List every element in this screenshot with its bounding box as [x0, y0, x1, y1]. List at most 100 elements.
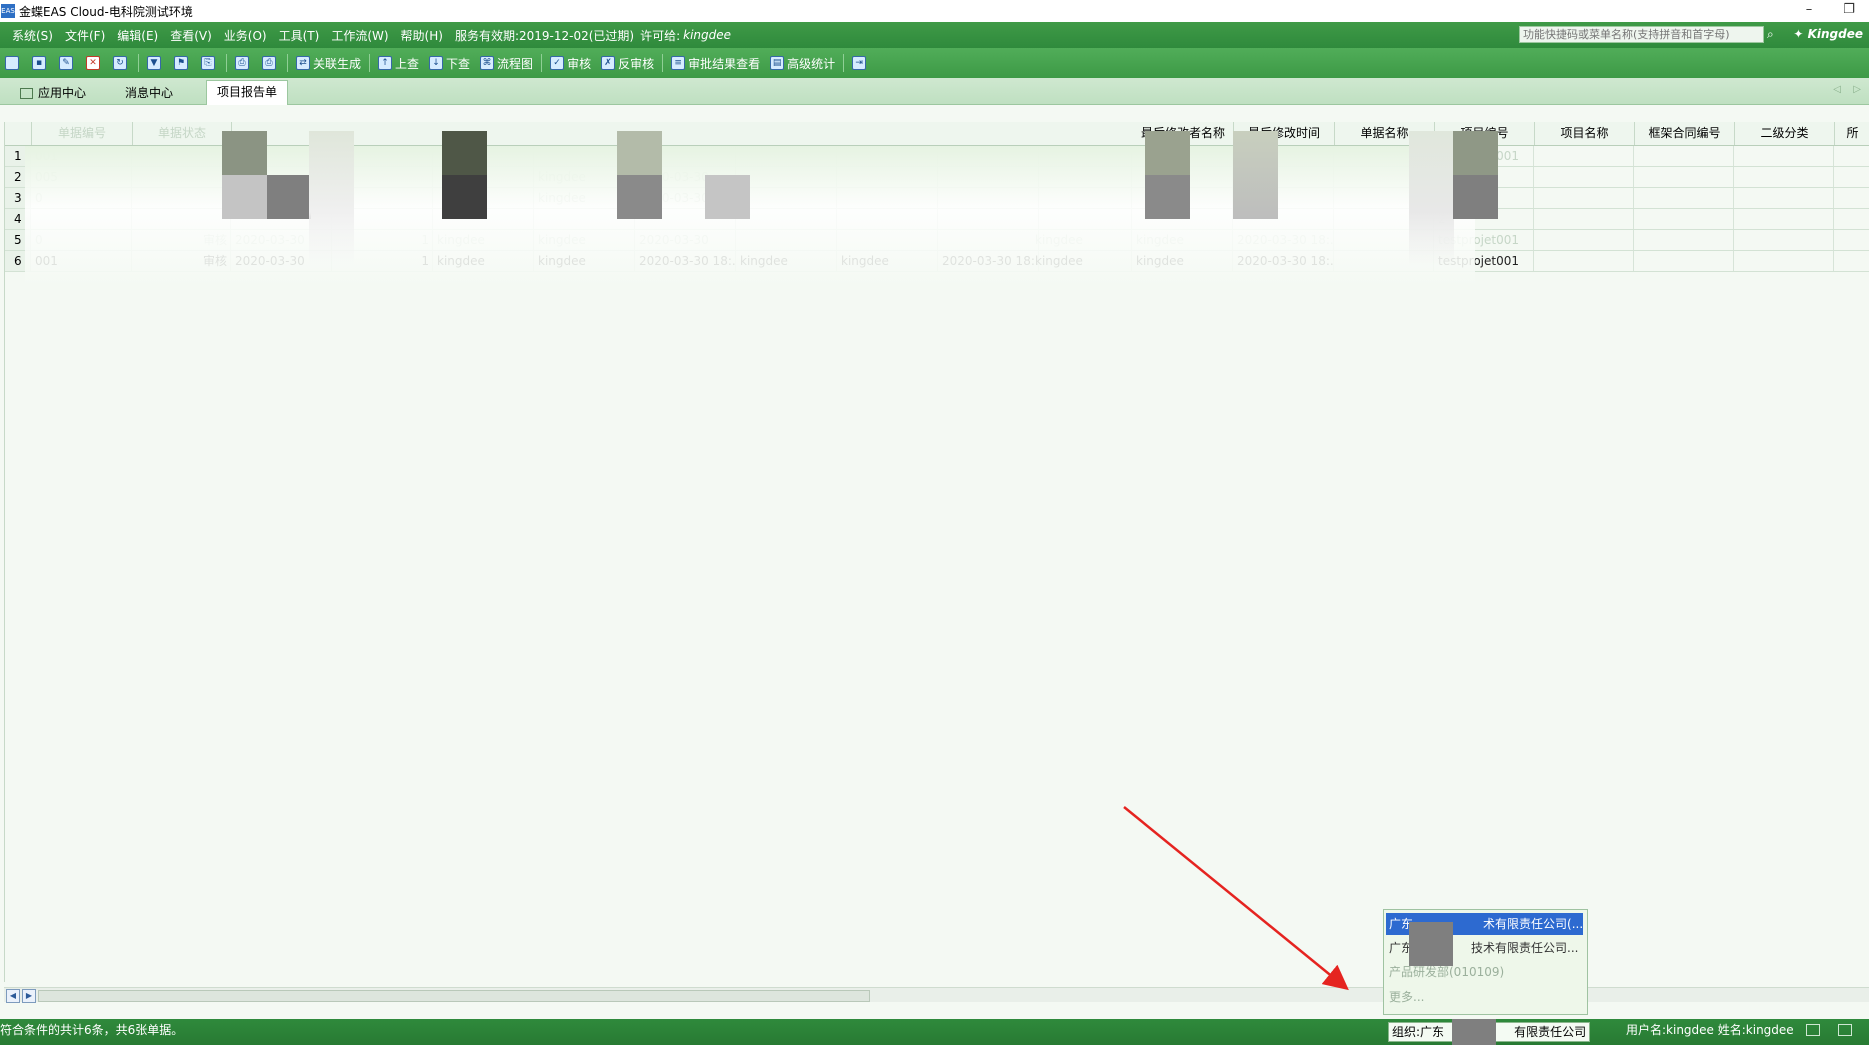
table-cell[interactable] [939, 146, 1039, 166]
table-cell[interactable] [838, 167, 938, 187]
print-button[interactable]: ⎙ [230, 51, 257, 75]
table-cell[interactable] [939, 209, 1039, 229]
link-generate-button[interactable]: ⇄ 关联生成 [291, 51, 366, 75]
table-cell[interactable] [1535, 188, 1634, 208]
table-cell[interactable] [1735, 251, 1834, 271]
table-cell[interactable] [1835, 251, 1869, 271]
tab-message-center[interactable]: 消息中心 [115, 82, 183, 104]
up-query-button[interactable]: ↑ 上查 [373, 51, 424, 75]
menu-help[interactable]: 帮助(H) [395, 27, 449, 44]
tab-app-center[interactable]: 应用中心 [10, 82, 96, 104]
table-cell[interactable] [838, 146, 938, 166]
table-cell[interactable] [1835, 146, 1869, 166]
table-cell[interactable] [737, 167, 837, 187]
table-row[interactable]: 5 0 审核 2020-03-30 1 kingdee kingdee 2020-03-30 k… [5, 230, 1869, 251]
down-query-button[interactable]: ↓ 下查 [424, 51, 475, 75]
header-last[interactable]: 所 [1835, 122, 1869, 145]
table-cell[interactable]: kingdee [838, 251, 938, 271]
restore-button[interactable]: ❐ [1831, 0, 1867, 22]
tab-scroll-right-icon[interactable]: ▷ [1853, 84, 1861, 95]
header-bill-status[interactable]: 单据状态 [133, 122, 232, 145]
advanced-stats-button[interactable]: ▤ 高级统计 [765, 51, 840, 75]
table-cell[interactable]: 005 [32, 167, 132, 187]
org-more-option[interactable]: 更多... [1386, 986, 1583, 1008]
table-cell[interactable] [939, 188, 1039, 208]
table-cell[interactable] [1835, 167, 1869, 187]
tab-scroll-left-icon[interactable]: ◁ [1833, 84, 1841, 95]
print-preview-button[interactable]: ⎙ [257, 51, 284, 75]
flowchart-button[interactable]: ⌘ 流程图 [475, 51, 538, 75]
table-cell[interactable]: kingdee [434, 251, 534, 271]
new-button[interactable] [0, 51, 27, 75]
filter-button[interactable]: ▼ [142, 51, 169, 75]
header-bill-no[interactable]: 单据编号 [32, 122, 133, 145]
table-cell[interactable] [838, 209, 938, 229]
table-cell[interactable]: 2020-03-30 18:... [636, 251, 736, 271]
table-cell[interactable] [1635, 209, 1734, 229]
table-cell[interactable]: kingdee [1032, 251, 1132, 271]
table-cell[interactable] [1635, 230, 1734, 250]
table-cell[interactable]: 0 [32, 230, 132, 250]
table-cell[interactable] [1735, 167, 1834, 187]
header-secondary-category[interactable]: 二级分类 [1735, 122, 1835, 145]
row-number[interactable]: 2 [5, 167, 31, 187]
save-button[interactable]: ▪ [27, 51, 54, 75]
table-cell[interactable]: 2020-03-30 18:... [1234, 230, 1334, 250]
table-row[interactable]: 1001testprojet001 [5, 146, 1869, 167]
table-cell[interactable]: kingdee [737, 251, 837, 271]
table-cell[interactable]: 0 [32, 188, 132, 208]
unaudit-button[interactable]: ✗ 反审核 [596, 51, 659, 75]
table-row[interactable]: 6 001 审核 2020-03-30 1 kingdee kingdee 2020-03-3… [5, 251, 1869, 272]
table-cell[interactable] [1835, 209, 1869, 229]
table-cell[interactable] [1032, 167, 1132, 187]
row-number[interactable]: 5 [5, 230, 31, 250]
table-cell[interactable]: 审核 [133, 251, 231, 271]
menu-business[interactable]: 业务(O) [218, 27, 273, 44]
row-number[interactable]: 1 [5, 146, 31, 166]
table-cell[interactable] [133, 209, 231, 229]
table-cell[interactable]: 2020-03-30 18:... [1234, 251, 1334, 271]
table-cell[interactable]: 001 [32, 146, 132, 166]
table-cell[interactable] [1735, 188, 1834, 208]
table-cell[interactable] [1535, 146, 1634, 166]
table-cell[interactable] [1032, 188, 1132, 208]
table-cell[interactable] [133, 188, 231, 208]
search-icon[interactable]: ⌕ [1767, 27, 1781, 41]
table-cell[interactable] [737, 188, 837, 208]
menu-system[interactable]: 系统(S) [6, 27, 59, 44]
scroll-left-icon[interactable]: ◀ [6, 989, 20, 1003]
row-number[interactable]: 4 [5, 209, 31, 229]
scrollbar-thumb[interactable] [38, 990, 870, 1002]
table-cell[interactable] [1735, 230, 1834, 250]
table-cell[interactable]: 2020-03-30 18:... [939, 251, 1039, 271]
table-cell[interactable] [838, 230, 938, 250]
menu-file[interactable]: 文件(F) [59, 27, 111, 44]
menu-edit[interactable]: 编辑(E) [111, 27, 164, 44]
table-cell[interactable]: kingdee [535, 230, 635, 250]
table-cell[interactable] [838, 188, 938, 208]
table-cell[interactable] [737, 146, 837, 166]
header-project-name[interactable]: 项目名称 [1535, 122, 1635, 145]
audit-button[interactable]: ✓ 审核 [545, 51, 596, 75]
table-cell[interactable] [1635, 251, 1734, 271]
menu-workflow[interactable]: 工作流(W) [325, 27, 394, 44]
refresh-button[interactable]: ↻ [108, 51, 135, 75]
scroll-right-icon[interactable]: ▶ [22, 989, 36, 1003]
table-cell[interactable]: kingdee [1032, 230, 1132, 250]
layout-icon[interactable] [1806, 1024, 1820, 1036]
table-cell[interactable] [1635, 188, 1734, 208]
delete-button[interactable]: ✕ [81, 51, 108, 75]
table-cell[interactable] [1535, 230, 1634, 250]
edit-button[interactable]: ✎ [54, 51, 81, 75]
table-cell[interactable] [1535, 167, 1634, 187]
table-cell[interactable] [133, 167, 231, 187]
table-cell[interactable]: 2020-03-30 [636, 230, 736, 250]
locate-button[interactable]: ⚑ [169, 51, 196, 75]
table-cell[interactable] [1635, 167, 1734, 187]
table-cell[interactable] [1535, 209, 1634, 229]
table-cell[interactable] [737, 209, 837, 229]
table-cell[interactable] [1835, 230, 1869, 250]
header-framework-contract[interactable]: 框架合同编号 [1635, 122, 1735, 145]
table-cell[interactable] [1735, 209, 1834, 229]
minimize-button[interactable]: – [1791, 0, 1827, 22]
